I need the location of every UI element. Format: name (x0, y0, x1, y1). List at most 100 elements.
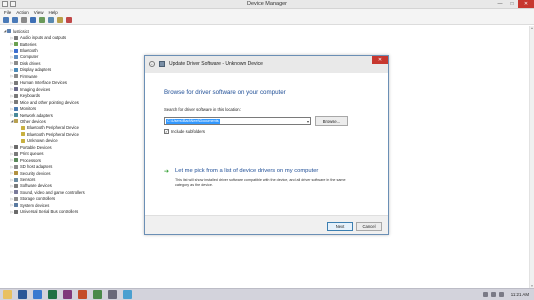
maximize-button[interactable]: □ (506, 0, 518, 8)
volume-icon[interactable] (491, 292, 496, 297)
next-button[interactable]: Next (327, 222, 353, 231)
tree-item[interactable]: ▷ Monitors (10, 105, 36, 111)
back-button[interactable]: ← (149, 61, 155, 67)
back-icon[interactable] (3, 17, 9, 23)
menu-view[interactable]: View (34, 10, 44, 15)
tree-item[interactable]: ▷ Universal Serial Bus controllers (10, 209, 79, 215)
tree-item[interactable]: ▷ Audio inputs and outputs (10, 34, 66, 40)
mail-icon[interactable] (33, 290, 42, 299)
scroll-up-icon[interactable]: ▲ (530, 26, 534, 30)
tree-item-label[interactable]: Universal Serial Bus controllers (20, 209, 78, 214)
tree-item-label[interactable]: Firmware (20, 74, 37, 79)
vertical-scrollbar[interactable]: ▲ ▼ (529, 26, 534, 288)
forward-icon[interactable] (12, 17, 18, 23)
tree-item-label[interactable]: Keyboards (20, 93, 40, 98)
pick-from-list-link[interactable]: Let me pick from a list of device driver… (175, 168, 318, 174)
tree-item[interactable]: ▷ Network adapters (10, 112, 53, 118)
tree-item-label[interactable]: Disk drives (20, 61, 40, 66)
tree-item[interactable]: ▷ Sensors (10, 176, 36, 182)
explorer-icon[interactable] (3, 290, 12, 299)
dialog-close-button[interactable]: ✕ (372, 56, 388, 64)
tree-item[interactable]: ▷ Storage controllers (10, 196, 56, 202)
tree-item-label[interactable]: Network adapters (20, 113, 53, 118)
settings-icon[interactable] (108, 290, 117, 299)
tree-item-label[interactable]: Imaging devices (20, 87, 50, 92)
tree-item[interactable]: ◢ Other devices (10, 118, 46, 124)
tree-item[interactable]: Bluetooth Peripheral Device (17, 125, 79, 131)
tree-item[interactable]: ▷ Processors (10, 157, 41, 163)
update-driver-icon[interactable] (48, 17, 54, 23)
tree-item-label[interactable]: Processors (20, 158, 41, 163)
tree-item[interactable]: ▷ Bluetooth (10, 47, 38, 53)
battery-icon[interactable] (499, 292, 504, 297)
tree-item[interactable]: ▷ SD host adapters (10, 163, 53, 169)
search-location-input[interactable]: C:\Users\Bad\Neel\Documents ▾ (164, 117, 311, 125)
tree-item-label[interactable]: Audio inputs and outputs (20, 35, 66, 40)
tree-item-label[interactable]: Mice and other pointing devices (20, 100, 79, 105)
tree-item[interactable]: ▷ Print queues (10, 151, 44, 157)
tree-item[interactable]: ◢ lusticsict (3, 28, 29, 34)
properties-icon[interactable] (21, 17, 27, 23)
tree-item[interactable]: ▷ Firmware (10, 73, 38, 79)
enable-device-icon[interactable] (57, 17, 63, 23)
close-button[interactable]: ✕ (518, 0, 534, 8)
help-icon[interactable] (30, 17, 36, 23)
tree-item-label[interactable]: Bluetooth Peripheral Device (27, 132, 79, 137)
tree-item[interactable]: ▷ Human Interface Devices (10, 80, 67, 86)
tree-item-label[interactable]: Display adapters (20, 67, 51, 72)
clock[interactable]: 11:21 AM (511, 292, 529, 297)
tree-item-label[interactable]: Bluetooth (20, 48, 38, 53)
powerpoint-icon[interactable] (78, 290, 87, 299)
tree-item-label[interactable]: Monitors (20, 106, 36, 111)
tree-item[interactable]: ▷ Portable Devices (10, 144, 52, 150)
tree-item[interactable]: ▷ Imaging devices (10, 86, 51, 92)
menu-action[interactable]: Action (16, 10, 29, 15)
tree-item[interactable]: ▷ Batteries (10, 41, 37, 47)
store-icon[interactable] (93, 290, 102, 299)
tree-item[interactable]: ▷ Keyboards (10, 93, 40, 99)
word-icon[interactable] (18, 290, 27, 299)
tree-item-label[interactable]: Print queues (20, 151, 44, 156)
chevron-down-icon[interactable]: ▾ (307, 119, 309, 124)
photos-icon[interactable] (123, 290, 132, 299)
scan-hardware-icon[interactable] (39, 17, 45, 23)
menu-file[interactable]: File (4, 10, 11, 15)
green-arrow-icon[interactable]: ➔ (164, 168, 169, 175)
tree-item[interactable]: Unknown device (17, 138, 58, 144)
tree-item-label[interactable]: Sound, video and game controllers (20, 190, 85, 195)
include-subfolders-label[interactable]: Include subfolders (171, 129, 205, 134)
tree-item-label[interactable]: Unknown device (27, 138, 58, 143)
tree-item-label[interactable]: Portable Devices (20, 145, 52, 150)
menu-help[interactable]: Help (48, 10, 57, 15)
tree-item-label[interactable]: Other devices (20, 119, 46, 124)
tree-item[interactable]: ▷ Security devices (10, 170, 51, 176)
tree-item[interactable]: ▷ Sound, video and game controllers (10, 189, 85, 195)
onenote-icon[interactable] (63, 290, 72, 299)
network-icon[interactable] (483, 292, 488, 297)
minimize-button[interactable]: — (494, 0, 506, 8)
tree-item-label[interactable]: lusticsict (13, 29, 29, 34)
tree-item-label[interactable]: Computer (20, 54, 38, 59)
tree-item[interactable]: Bluetooth Peripheral Device (17, 131, 79, 137)
tree-item-label[interactable]: SD host adapters (20, 164, 52, 169)
excel-icon[interactable] (48, 290, 57, 299)
tree-item[interactable]: ▷ Display adapters (10, 67, 52, 73)
tree-item-label[interactable]: Bluetooth Peripheral Device (27, 125, 79, 130)
tree-item[interactable]: ▷ Mice and other pointing devices (10, 99, 79, 105)
path-value[interactable]: C:\Users\Bad\Neel\Documents (166, 119, 220, 124)
tree-item-label[interactable]: System devices (20, 203, 49, 208)
tree-item[interactable]: ▷ System devices (10, 202, 50, 208)
tree-item-label[interactable]: Sensors (20, 177, 35, 182)
tree-item[interactable]: ▷ Disk drives (10, 60, 41, 66)
uninstall-icon[interactable] (66, 17, 72, 23)
tree-item[interactable]: ▷ Computer (10, 54, 39, 60)
tree-item-label[interactable]: Storage controllers (20, 196, 55, 201)
tree-item[interactable]: ▷ Software devices (10, 183, 52, 189)
cancel-button[interactable]: Cancel (356, 222, 382, 231)
tree-item-label[interactable]: Batteries (20, 42, 37, 47)
browse-button[interactable]: Browse... (315, 116, 348, 126)
tree-item-label[interactable]: Software devices (20, 183, 52, 188)
tree-item-label[interactable]: Security devices (20, 171, 51, 176)
tree-item-label[interactable]: Human Interface Devices (20, 80, 67, 85)
include-subfolders-checkbox[interactable]: ✓ (164, 129, 169, 134)
